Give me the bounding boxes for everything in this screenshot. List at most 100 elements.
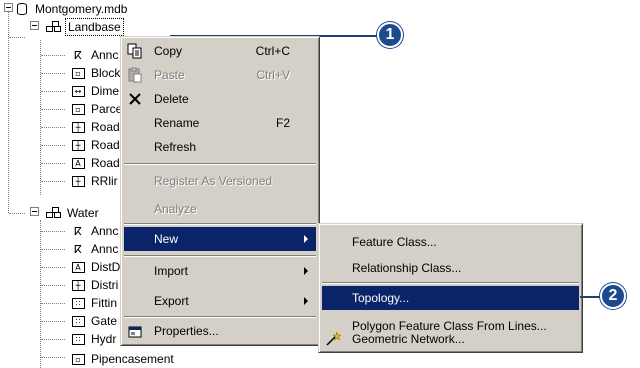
tree-line <box>9 213 25 214</box>
menu-item-export[interactable]: Export <box>124 289 316 313</box>
menu-item-new[interactable]: New <box>124 227 316 251</box>
line-class-icon: ┼ <box>70 120 86 134</box>
tree-node-label: Gate <box>91 314 118 328</box>
tree-node-label: Road <box>91 120 120 134</box>
tree-node-feature-class[interactable]: A Road <box>70 154 122 172</box>
tree-line <box>40 40 41 195</box>
annotation-class-icon: A <box>70 260 86 274</box>
menu-item-relationship-class[interactable]: Relationship Class... <box>322 256 579 280</box>
dimension-class-icon: ↔ <box>70 84 86 98</box>
menu-item-label: Analyze <box>154 202 197 216</box>
menu-item-label: Import <box>154 264 189 278</box>
tree-line <box>41 231 65 232</box>
context-menu: Copy Ctrl+C Paste Ctrl+V Delete Rename F… <box>120 36 320 346</box>
menu-item-label: Register As Versioned <box>154 174 273 188</box>
tree-line <box>40 220 41 368</box>
menu-item-copy[interactable]: Copy Ctrl+C <box>124 39 316 63</box>
tree-line <box>41 73 65 74</box>
tree-node-feature-class[interactable]: ▫ Parce <box>70 100 124 118</box>
menu-item-rename[interactable]: Rename F2 <box>124 111 316 135</box>
feature-dataset-icon <box>46 206 62 220</box>
tree-node-feature-class[interactable]: ∷ Gate <box>70 312 119 330</box>
collapse-toggle[interactable] <box>30 21 39 30</box>
tree-node-label: DistD <box>91 260 121 274</box>
tree-line <box>41 267 65 268</box>
submenu-arrow-icon <box>304 297 308 305</box>
menu-item-geometric-network[interactable]: Geometric Network... <box>322 328 579 350</box>
tree-line <box>41 181 65 182</box>
line-class-icon: ┼ <box>70 278 86 292</box>
menu-item-label: Paste <box>154 68 185 82</box>
menu-separator <box>124 316 316 318</box>
menu-item-label: Export <box>154 294 189 308</box>
tree-line <box>41 303 65 304</box>
tree-node-annotation[interactable]: ⴽ Annc <box>70 46 120 64</box>
menu-item-register-as-versioned[interactable]: Register As Versioned <box>124 169 316 193</box>
tree-node-feature-class[interactable]: ▫ Block <box>70 64 122 82</box>
tree-line <box>41 357 65 358</box>
tree-node-label: Pipencasement <box>91 352 174 366</box>
new-submenu: Feature Class... Relationship Class... T… <box>318 223 583 353</box>
shortcut-label: F2 <box>275 116 290 130</box>
menu-item-label: Relationship Class... <box>352 261 462 275</box>
menu-item-properties[interactable]: Properties... <box>124 319 316 343</box>
tree-node-feature-class[interactable]: ┼ Distri <box>70 276 120 294</box>
tree-node-water[interactable]: Water <box>46 204 101 222</box>
menu-item-analyze[interactable]: Analyze <box>124 197 316 221</box>
menu-item-label: Geometric Network... <box>352 332 465 346</box>
annotation-icon: ⴽ <box>74 49 82 62</box>
line-class-icon: ┼ <box>70 174 86 188</box>
menu-item-paste[interactable]: Paste Ctrl+V <box>124 63 316 87</box>
menu-item-label: Rename <box>154 116 200 130</box>
tree-node-feature-class[interactable]: ┼ Road <box>70 136 122 154</box>
shortcut-label: Ctrl+C <box>255 44 290 58</box>
menu-item-label: Refresh <box>154 140 197 154</box>
database-icon <box>14 2 30 16</box>
tree-node-feature-class[interactable]: ┼ Road <box>70 118 122 136</box>
menu-item-feature-class[interactable]: Feature Class... <box>322 230 579 254</box>
collapse-toggle[interactable] <box>30 207 39 216</box>
tree-node-annotation[interactable]: ⴽ Annc <box>70 240 120 258</box>
annotation-icon: ⴽ <box>74 243 82 256</box>
tree-node-feature-class[interactable]: ┼ RRlir <box>70 172 120 190</box>
polygon-class-icon: ▫ <box>70 352 86 366</box>
tree-node-landbase[interactable]: Landbase <box>46 18 124 36</box>
callout-badge-1: 1 <box>377 22 403 48</box>
tree-node-label: Montgomery.mdb <box>35 2 128 16</box>
tree-node-label: Fittin <box>91 296 118 310</box>
tree-node-feature-class[interactable]: ▫ Pipencasement <box>70 350 176 368</box>
tree-node-label: Annc <box>91 224 119 238</box>
tree-node-annotation[interactable]: ⴽ Annc <box>70 222 120 240</box>
collapse-toggle[interactable] <box>4 3 13 12</box>
geometric-network-icon <box>324 330 342 348</box>
annotation-class-icon: A <box>70 156 86 170</box>
delete-icon <box>126 90 144 108</box>
menu-item-label: Properties... <box>154 324 219 338</box>
tree-line <box>41 145 65 146</box>
menu-item-label: Topology... <box>352 291 410 305</box>
menu-item-label: Feature Class... <box>352 235 437 249</box>
menu-item-topology[interactable]: Topology... <box>322 286 579 310</box>
shortcut-label: Ctrl+V <box>256 68 290 82</box>
tree-node-label: Road <box>91 138 120 152</box>
menu-separator <box>322 282 579 284</box>
menu-item-delete[interactable]: Delete <box>124 87 316 111</box>
menu-separator <box>124 223 316 225</box>
tree-node-label: Water <box>67 206 99 220</box>
properties-icon <box>126 322 144 340</box>
tree-node-root[interactable]: Montgomery.mdb <box>14 0 129 18</box>
tree-line <box>41 249 65 250</box>
line-class-icon: ┼ <box>70 138 86 152</box>
tree-line <box>41 91 65 92</box>
tree-node-feature-class[interactable]: A DistD <box>70 258 122 276</box>
tree-node-label: Landbase <box>65 18 124 36</box>
tree-line <box>41 321 65 322</box>
menu-item-import[interactable]: Import <box>124 259 316 283</box>
menu-item-refresh[interactable]: Refresh <box>124 135 316 159</box>
tree-node-feature-class[interactable]: ∷ Fittin <box>70 294 119 312</box>
callout-badge-2: 2 <box>600 283 626 309</box>
tree-line <box>8 8 9 213</box>
tree-node-feature-class[interactable]: ↔ Dime <box>70 82 121 100</box>
tree-node-feature-class[interactable]: ∷ Hydr <box>70 330 118 348</box>
tree-node-label: Hydr <box>91 332 117 346</box>
